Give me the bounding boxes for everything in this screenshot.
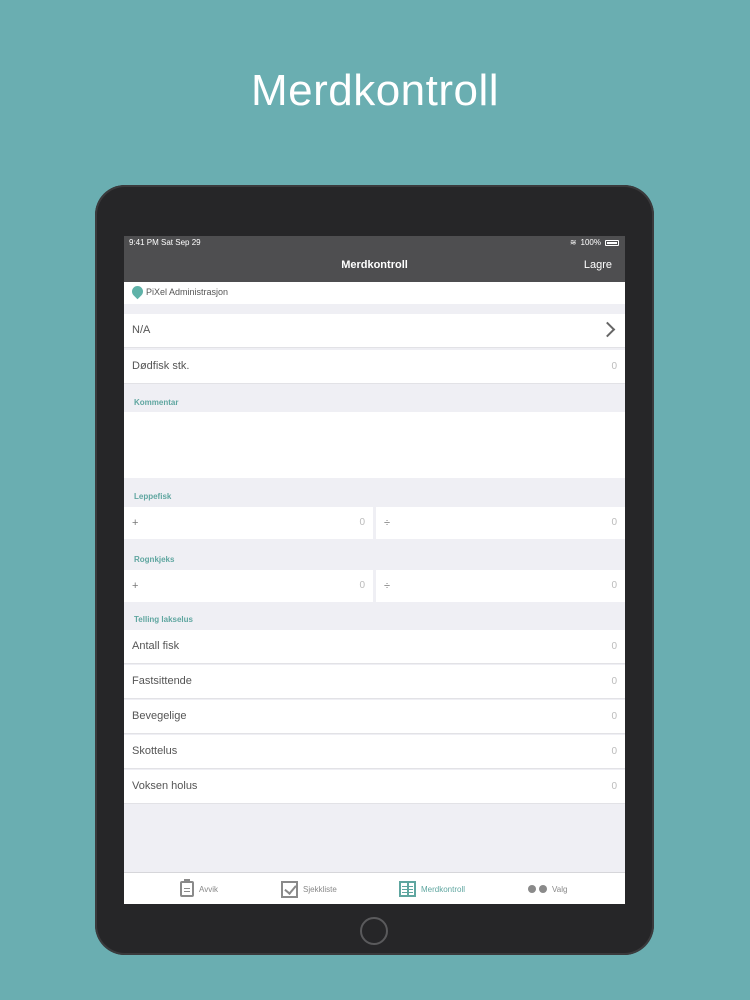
lice-row[interactable]: Skottelus 0 <box>124 735 625 769</box>
battery-percent: 100% <box>580 238 601 247</box>
leppefisk-plus-value[interactable]: 0 <box>359 517 365 528</box>
tab-bar: Avvik Sjekkliste Merdkontroll Valg <box>124 872 625 904</box>
lice-row[interactable]: Antall fisk 0 <box>124 630 625 664</box>
tab-label: Sjekkliste <box>303 884 337 894</box>
lice-row[interactable]: Bevegelige 0 <box>124 700 625 734</box>
save-button[interactable]: Lagre <box>584 259 612 271</box>
dead-fish-input[interactable]: 0 <box>611 361 617 372</box>
battery-icon <box>605 239 619 246</box>
home-button[interactable] <box>360 917 388 945</box>
location-pin-icon <box>129 283 146 300</box>
dots-icon <box>528 885 547 893</box>
leppefisk-minus-value[interactable]: 0 <box>611 517 617 528</box>
grid-list-icon <box>399 881 416 897</box>
tab-avvik[interactable]: Avvik <box>180 879 218 899</box>
tab-valg[interactable]: Valg <box>528 879 567 899</box>
rognkjeks-plus-value[interactable]: 0 <box>359 580 365 591</box>
lice-row[interactable]: Voksen holus 0 <box>124 770 625 804</box>
status-time: 9:41 PM Sat Sep 29 <box>129 238 201 247</box>
rognkjeks-plus-field[interactable]: + 0 <box>124 570 373 602</box>
lice-count-header: Telling lakselus <box>134 615 193 624</box>
clipboard-icon <box>180 879 194 897</box>
wifi-icon: ≋ <box>569 238 577 247</box>
lice-row-value[interactable]: 0 <box>611 676 617 687</box>
status-bar: 9:41 PM Sat Sep 29 ≋ 100% <box>124 236 625 250</box>
lice-row-value[interactable]: 0 <box>611 746 617 757</box>
lice-row-value[interactable]: 0 <box>611 641 617 652</box>
nav-bar: Merdkontroll Lagre <box>124 250 625 282</box>
tab-label: Merdkontroll <box>421 884 466 894</box>
minus-label: ÷ <box>384 580 391 592</box>
leppefisk-header: Leppefisk <box>134 492 172 501</box>
location-row[interactable]: PiXel Administrasjon <box>124 282 625 304</box>
chevron-right-icon <box>599 321 616 338</box>
tab-merdkontroll[interactable]: Merdkontroll <box>399 879 465 899</box>
rognkjeks-minus-value[interactable]: 0 <box>611 580 617 591</box>
leppefisk-minus-field[interactable]: ÷ 0 <box>376 507 625 539</box>
minus-label: ÷ <box>384 517 391 529</box>
lice-row-label: Antall fisk <box>132 640 180 652</box>
comment-textarea[interactable] <box>124 412 625 478</box>
nav-title: Merdkontroll <box>341 259 408 271</box>
tab-sjekkliste[interactable]: Sjekkliste <box>281 879 337 899</box>
tab-label: Avvik <box>199 884 218 894</box>
lice-row-value[interactable]: 0 <box>611 711 617 722</box>
location-label: PiXel Administrasjon <box>146 287 229 297</box>
dead-fish-label: Dødfisk stk. <box>132 360 190 372</box>
plus-label: + <box>132 580 139 592</box>
leppefisk-plus-field[interactable]: + 0 <box>124 507 373 539</box>
checkbox-icon <box>281 880 298 898</box>
cage-selector[interactable]: N/A <box>124 314 625 348</box>
hero-title: Merdkontroll <box>250 66 500 115</box>
lice-row[interactable]: Fastsittende 0 <box>124 665 625 699</box>
comment-header: Kommentar <box>134 398 179 407</box>
dead-fish-row[interactable]: Dødfisk stk. 0 <box>124 350 625 384</box>
lice-row-value[interactable]: 0 <box>611 781 617 792</box>
lice-row-label: Fastsittende <box>132 675 192 687</box>
app-screen: 9:41 PM Sat Sep 29 ≋ 100% Merdkontroll L… <box>124 236 625 904</box>
lice-row-label: Voksen holus <box>132 780 198 792</box>
tab-label: Valg <box>552 884 568 894</box>
rognkjeks-header: Rognkjeks <box>134 555 175 564</box>
plus-label: + <box>132 517 139 529</box>
rognkjeks-minus-field[interactable]: ÷ 0 <box>376 570 625 602</box>
lice-row-label: Bevegelige <box>132 710 187 722</box>
lice-row-label: Skottelus <box>132 745 178 757</box>
cage-selector-value: N/A <box>132 324 151 336</box>
